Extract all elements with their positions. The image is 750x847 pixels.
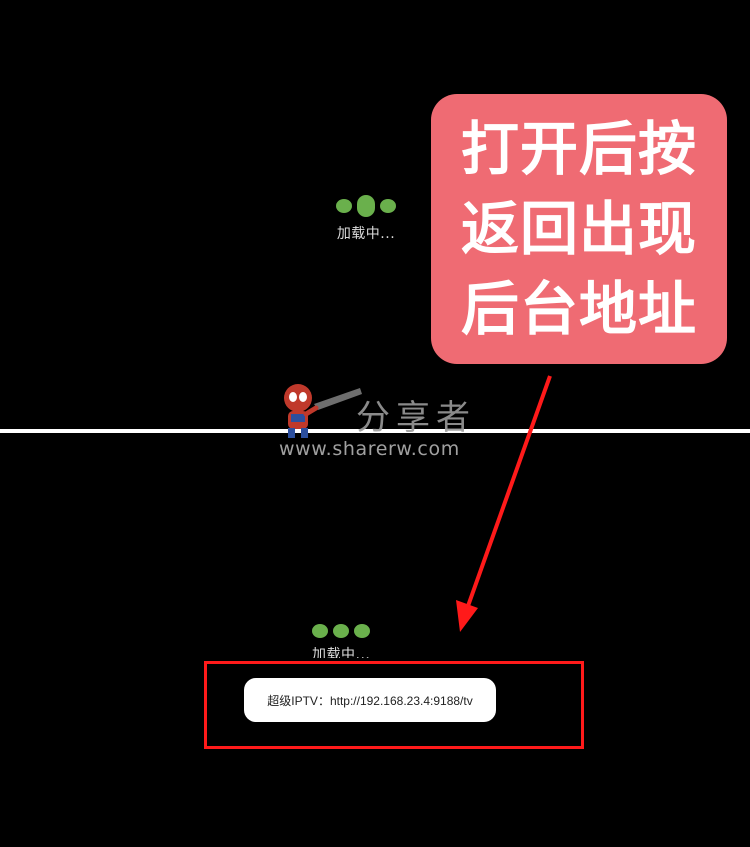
loading-dot (333, 624, 350, 638)
watermark-site-name: 分享者 (356, 398, 476, 438)
watermark: 分享者 www.sharerw.com (276, 378, 486, 468)
callout-line: 后台地址 (460, 275, 697, 343)
loading-dot (380, 199, 396, 213)
loading-indicator-top: 加载中... (336, 195, 396, 243)
spiderman-mascot-icon (284, 384, 362, 438)
server-address-toast: 超级IPTV：http://192.168.23.4:9188/tv (244, 678, 496, 722)
loading-dot (336, 199, 352, 213)
loading-dots-icon (312, 624, 371, 638)
loading-indicator-bottom: 加载中... (312, 624, 371, 664)
callout-line: 返回出现 (460, 195, 697, 263)
loading-dot (312, 624, 329, 638)
instruction-callout: 打开后按 返回出现 后台地址 (431, 94, 727, 364)
callout-line: 打开后按 (460, 115, 697, 183)
loading-dot (354, 624, 371, 638)
loading-dots-icon (336, 195, 396, 217)
watermark-url: www.sharerw.com (279, 438, 460, 460)
loading-dot (357, 195, 375, 217)
loading-label: 加载中... (336, 226, 396, 242)
